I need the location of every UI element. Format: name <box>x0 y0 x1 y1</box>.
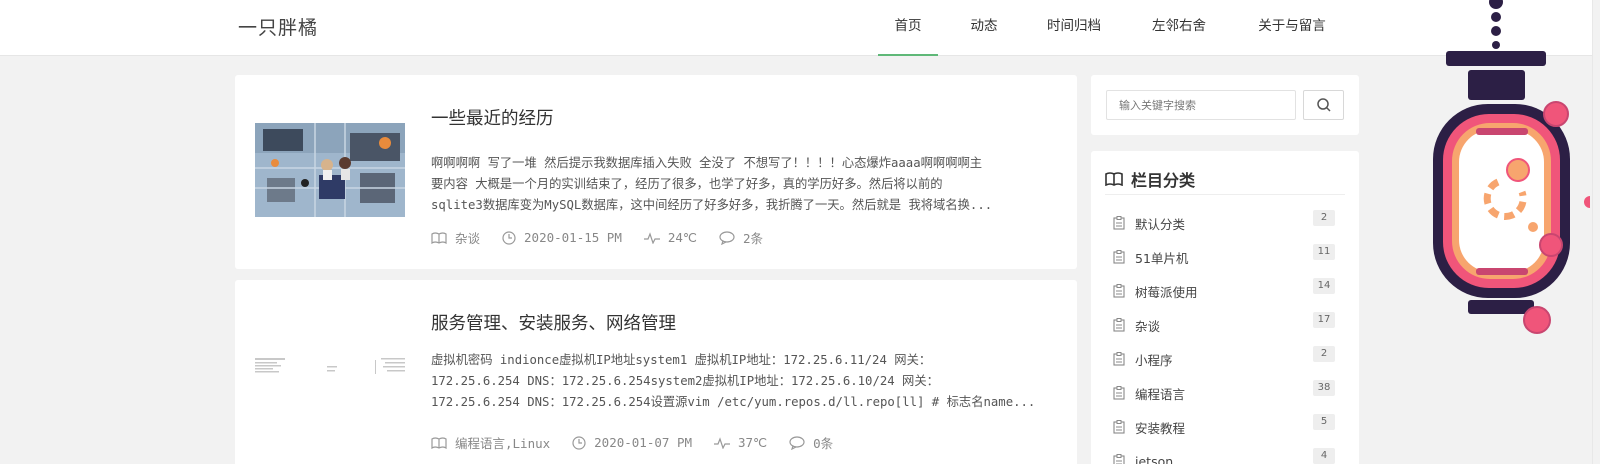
clipboard-icon <box>1113 352 1125 366</box>
category-count: 4 <box>1313 448 1335 464</box>
clipboard-icon <box>1113 420 1125 434</box>
summary-line: 172.25.6.254 DNS：172.25.6.254system2虚拟机I… <box>431 374 939 388</box>
article-thumbnail[interactable] <box>255 358 405 452</box>
article-title[interactable]: 服务管理、安装服务、网络管理 <box>431 310 676 335</box>
hanging-pendant-decoration[interactable] <box>1430 0 1596 464</box>
meta-date: 2020-01-15 PM <box>502 230 622 245</box>
meta-category[interactable]: 杂谈 <box>431 228 480 247</box>
comment-icon <box>789 435 805 450</box>
category-count: 5 <box>1313 414 1335 430</box>
summary-line: 要内容 大概是一个月的实训结束了，经历了很多，也学了好多，真的学历好多。然后将以… <box>431 177 943 191</box>
article-meta: 编程语言,Linux 2020-01-07 PM 37℃ 0条 <box>431 433 855 452</box>
category-count: 11 <box>1313 244 1335 260</box>
article-summary: 虚拟机密码 indionce虚拟机IP地址system1 虚拟机IP地址：172… <box>431 350 1059 413</box>
category-panel: 栏目分类 默认分类 2 51单片机 11 树莓派使用 14 杂谈 17 小程序 … <box>1091 151 1359 464</box>
category-item[interactable]: 51单片机 11 <box>1091 240 1359 274</box>
clipboard-icon <box>1113 250 1125 264</box>
category-item[interactable]: 小程序 2 <box>1091 342 1359 376</box>
nav-item-about[interactable]: 关于与留言 <box>1242 0 1342 56</box>
category-count: 17 <box>1313 312 1335 328</box>
clock-icon <box>502 230 516 245</box>
category-item[interactable]: 杂谈 17 <box>1091 308 1359 342</box>
category-count: 2 <box>1313 210 1335 226</box>
page-scrollbar[interactable] <box>1592 0 1600 464</box>
meta-comments[interactable]: 0条 <box>789 433 833 452</box>
nav-item-archive[interactable]: 时间归档 <box>1028 0 1120 56</box>
search-button[interactable] <box>1303 90 1344 120</box>
clock-icon <box>572 435 586 450</box>
clipboard-icon <box>1113 454 1125 464</box>
meta-category[interactable]: 编程语言,Linux <box>431 433 550 452</box>
top-header: 一只胖橘 首页 动态 时间归档 左邻右舍 关于与留言 <box>0 0 1600 56</box>
clipboard-icon <box>1113 284 1125 298</box>
pulse-icon <box>643 231 660 244</box>
site-logo[interactable]: 一只胖橘 <box>238 13 318 40</box>
clipboard-icon <box>1113 386 1125 400</box>
summary-line: 啊啊啊啊 写了一堆 然后提示我数据库插入失败 全没了 不想写了！！！！心态爆炸a… <box>431 156 983 170</box>
main-nav: 首页 动态 时间归档 左邻右舍 关于与留言 <box>878 0 1342 56</box>
summary-line: 虚拟机密码 indionce虚拟机IP地址system1 虚拟机IP地址：172… <box>431 353 932 367</box>
category-list: 默认分类 2 51单片机 11 树莓派使用 14 杂谈 17 小程序 2 编程语… <box>1091 206 1359 464</box>
meta-heat: 24℃ <box>643 230 697 245</box>
category-item[interactable]: 编程语言 38 <box>1091 376 1359 410</box>
nav-item-home[interactable]: 首页 <box>878 0 938 56</box>
nav-item-links[interactable]: 左邻右舍 <box>1134 0 1224 56</box>
search-icon <box>1316 98 1331 112</box>
book-icon <box>431 231 447 244</box>
comment-icon <box>719 230 735 245</box>
article-summary: 啊啊啊啊 写了一堆 然后提示我数据库插入失败 全没了 不想写了！！！！心态爆炸a… <box>431 153 1059 216</box>
category-count: 14 <box>1313 278 1335 294</box>
category-item[interactable]: 树莓派使用 14 <box>1091 274 1359 308</box>
pulse-icon <box>714 436 730 449</box>
article-card: 服务管理、安装服务、网络管理 虚拟机密码 indionce虚拟机IP地址syst… <box>235 280 1077 464</box>
summary-line: 172.25.6.254 DNS：172.25.6.254设置源vim /etc… <box>431 395 1036 409</box>
meta-heat: 37℃ <box>714 435 767 450</box>
category-item[interactable]: 安装教程 5 <box>1091 410 1359 444</box>
category-item[interactable]: jetson 4 <box>1091 444 1359 464</box>
meta-comments[interactable]: 2条 <box>719 228 763 247</box>
clipboard-icon <box>1113 318 1125 332</box>
search-panel <box>1091 75 1359 135</box>
book-open-icon <box>1105 171 1123 186</box>
book-icon <box>431 436 447 449</box>
meta-date: 2020-01-07 PM <box>572 435 692 450</box>
clipboard-icon <box>1113 216 1125 230</box>
category-item[interactable]: 默认分类 2 <box>1091 206 1359 240</box>
article-title[interactable]: 一些最近的经历 <box>431 105 554 130</box>
search-input[interactable] <box>1106 90 1296 120</box>
article-meta: 杂谈 2020-01-15 PM 24℃ 2条 <box>431 228 785 247</box>
category-count: 2 <box>1313 346 1335 362</box>
article-thumbnail[interactable] <box>255 123 405 217</box>
summary-line: sqlite3数据库变为MySQL数据库，这中间经历了好多好多，我折腾了一天。然… <box>431 198 993 212</box>
nav-item-feed[interactable]: 动态 <box>950 0 1018 56</box>
article-card: 一些最近的经历 啊啊啊啊 写了一堆 然后提示我数据库插入失败 全没了 不想写了！… <box>235 75 1077 269</box>
category-heading: 栏目分类 <box>1105 163 1345 195</box>
category-count: 38 <box>1313 380 1335 396</box>
